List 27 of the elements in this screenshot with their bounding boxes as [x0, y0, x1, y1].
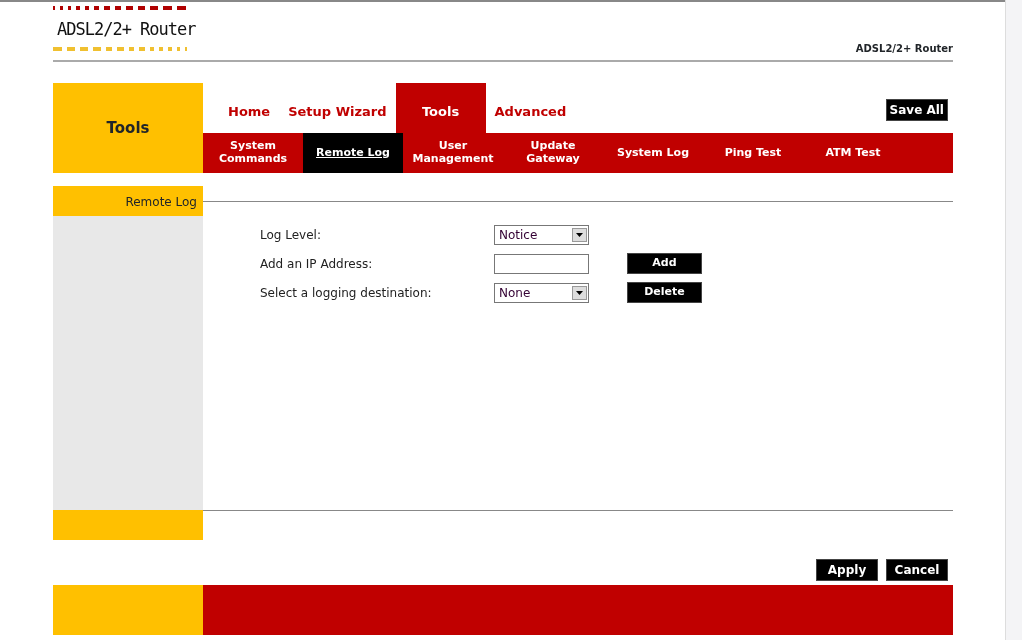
sub-tab[interactable]: Update Gateway [503, 133, 603, 173]
form-button[interactable]: Cancel [886, 559, 948, 581]
action-button[interactable]: Delete [627, 282, 702, 303]
nav-tab[interactable]: Advanced [485, 83, 576, 133]
scrollbar[interactable] [1005, 0, 1022, 640]
form-button[interactable]: Apply [816, 559, 878, 581]
nav-tab[interactable]: Tools [395, 83, 486, 133]
nav-tab[interactable]: Home [203, 83, 280, 133]
field-label: Select a logging destination: [260, 284, 433, 302]
sub-tab[interactable]: ATM Test [803, 133, 903, 173]
input-field[interactable] [494, 253, 589, 274]
sub-tab[interactable]: System Commands [203, 133, 303, 173]
field-label: Add an IP Address: [260, 255, 374, 273]
sub-tab[interactable]: User Management [403, 133, 503, 173]
save-all-button[interactable]: Save All [885, 99, 948, 121]
field-label: Log Level: [260, 226, 322, 244]
section-title: Tools [53, 83, 203, 173]
dropdown[interactable]: Notice [494, 224, 589, 245]
action-button[interactable]: Add [627, 253, 702, 274]
sub-tab[interactable]: Remote Log [303, 133, 403, 173]
product-name: ADSL2/2+ Router [855, 42, 953, 56]
sub-tab[interactable]: Ping Test [703, 133, 803, 173]
logo-text: ADSL2/2+ Router [56, 18, 196, 41]
sidebar-title: Remote Log [53, 186, 203, 216]
dropdown[interactable]: None [494, 282, 589, 303]
nav-tab[interactable]: Setup Wizard [279, 83, 396, 133]
sub-tab[interactable]: System Log [603, 133, 703, 173]
